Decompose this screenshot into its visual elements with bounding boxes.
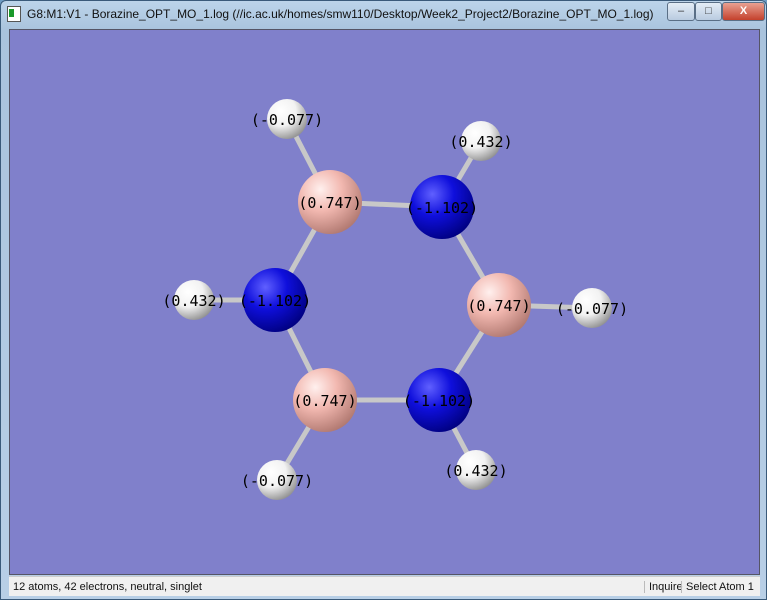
app-icon[interactable] bbox=[7, 6, 21, 22]
close-button[interactable]: X bbox=[722, 2, 765, 21]
atom-charge-label: (0.747) bbox=[298, 194, 361, 212]
mode-indicator[interactable]: Inquire bbox=[644, 581, 683, 593]
atom-charge-label: (-0.077) bbox=[241, 472, 313, 490]
atom-charge-label: (-1.102) bbox=[239, 292, 311, 310]
atom-charge-label: (-1.102) bbox=[406, 199, 478, 217]
atom-charge-label: (-0.077) bbox=[251, 111, 323, 129]
atom-charge-label: (-1.102) bbox=[403, 392, 475, 410]
minimize-button[interactable]: – bbox=[667, 2, 695, 21]
title-bar[interactable]: G8:M1:V1 - Borazine_OPT_MO_1.log (//ic.a… bbox=[1, 1, 766, 27]
atom-charge-label: (0.747) bbox=[467, 297, 530, 315]
atom-charge-label: (0.747) bbox=[293, 392, 356, 410]
atom-charge-label: (-0.077) bbox=[556, 300, 628, 318]
status-bar: 12 atoms, 42 electrons, neutral, singlet… bbox=[9, 576, 760, 596]
molecule-viewer-canvas[interactable]: (0.747) (-1.102) (0.747) (-1.102) (0.747) (-1… bbox=[9, 29, 760, 575]
molecule-view[interactable]: (0.747) (-1.102) (0.747) (-1.102) (0.747) (-1… bbox=[10, 30, 761, 576]
atom-charge-label: (0.432) bbox=[162, 292, 225, 310]
maximize-button[interactable]: □ bbox=[695, 2, 722, 21]
atom-charge-label: (0.432) bbox=[449, 133, 512, 151]
window-title: G8:M1:V1 - Borazine_OPT_MO_1.log (//ic.a… bbox=[27, 7, 654, 21]
status-text: 12 atoms, 42 electrons, neutral, singlet bbox=[13, 581, 202, 593]
application-window: G8:M1:V1 - Borazine_OPT_MO_1.log (//ic.a… bbox=[0, 0, 767, 600]
selection-indicator[interactable]: Select Atom 1 bbox=[681, 581, 754, 593]
atom-charge-label: (0.432) bbox=[444, 462, 507, 480]
